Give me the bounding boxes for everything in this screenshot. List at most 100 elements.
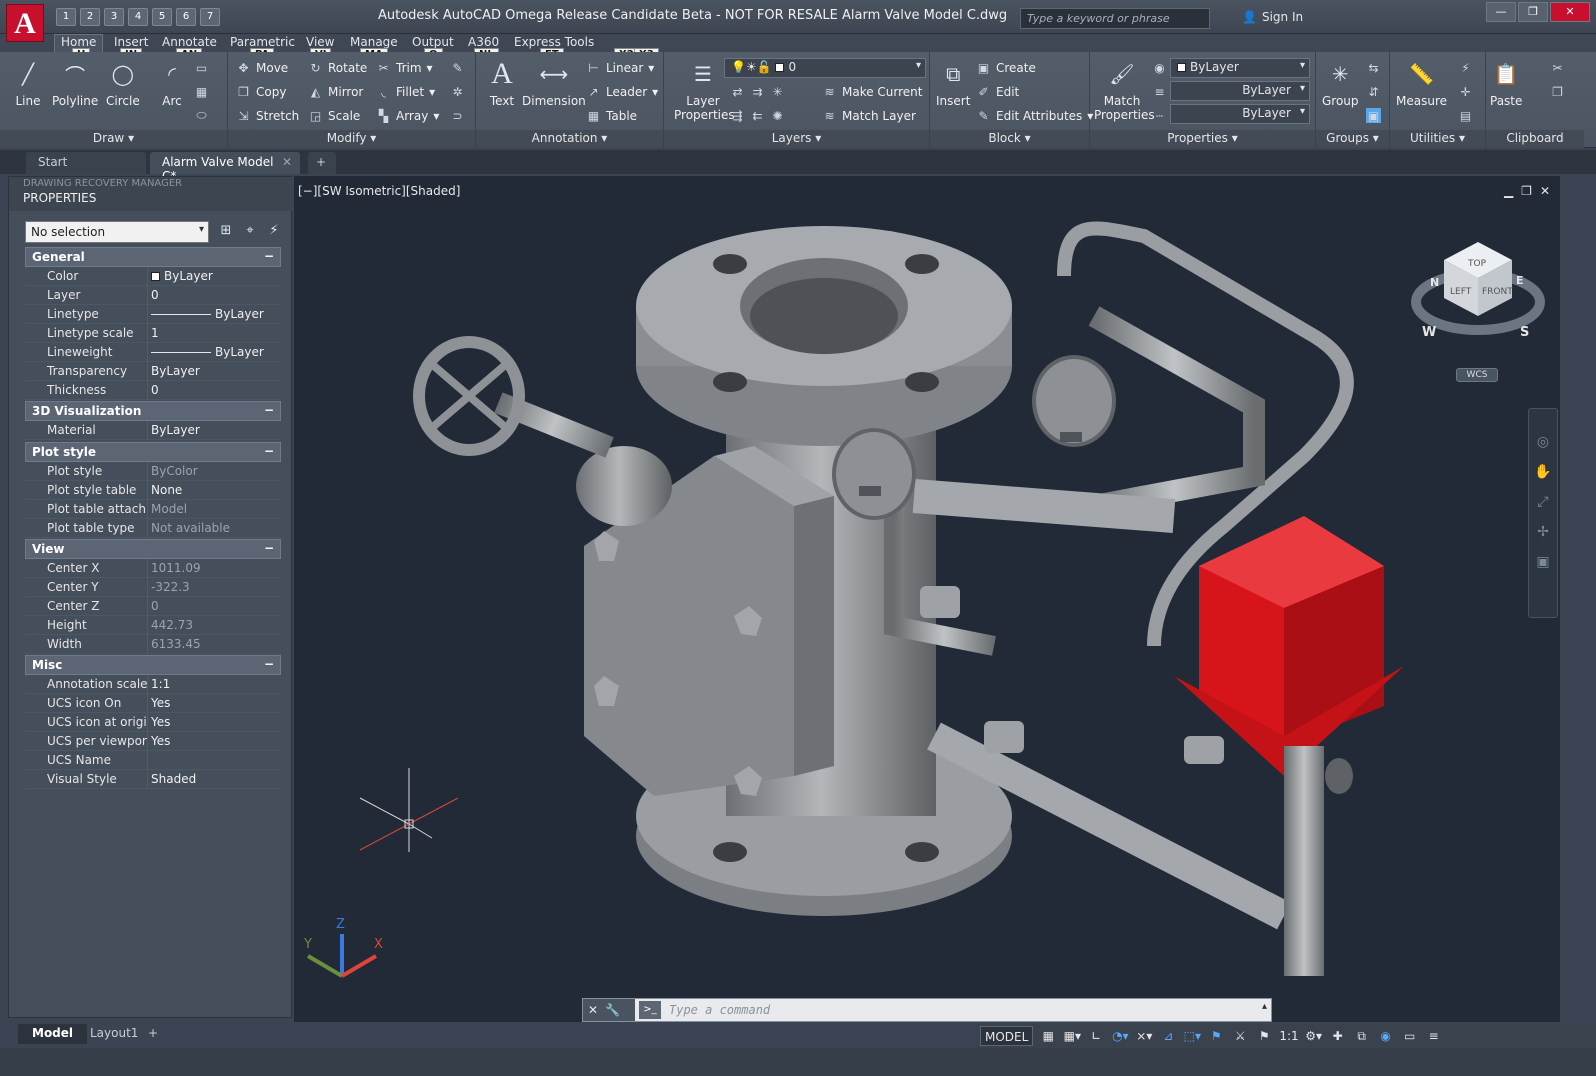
close-icon[interactable]: ✕: [1550, 2, 1590, 22]
measure-button[interactable]: 📏 Measure: [1396, 58, 1447, 108]
select-objects-icon[interactable]: ⌖: [241, 223, 259, 241]
prop-row-ucs-name[interactable]: UCS Name: [25, 751, 281, 770]
ellipse-button[interactable]: ⬭: [194, 108, 209, 123]
command-input[interactable]: Type a command: [669, 1003, 770, 1017]
orbit-icon[interactable]: ✢: [1534, 517, 1552, 547]
section-misc[interactable]: Misc −: [25, 655, 281, 675]
snap-icon[interactable]: ▦▾: [1063, 1026, 1081, 1046]
panel-title-properties[interactable]: Properties ▾: [1090, 130, 1315, 148]
customize-icon[interactable]: 🔧: [605, 1003, 620, 1017]
prop-row-transparency[interactable]: Transparency ByLayer: [25, 362, 281, 381]
tab-a360[interactable]: A360: [462, 35, 505, 49]
table-button[interactable]: ▦ Table: [586, 108, 637, 123]
sign-in-button[interactable]: 👤 Sign In: [1242, 10, 1303, 24]
annotation-scale-icon[interactable]: ⚑: [1255, 1026, 1273, 1046]
pan-icon[interactable]: ✋: [1534, 457, 1552, 487]
new-tab-button[interactable]: +: [308, 152, 336, 174]
panel-title-block[interactable]: Block ▾: [930, 130, 1089, 148]
prop-row-layer[interactable]: Layer 0: [25, 286, 281, 305]
stretch-button[interactable]: ⇲ Stretch: [236, 108, 299, 123]
section-view[interactable]: View −: [25, 539, 281, 559]
prop-row-center-x[interactable]: Center X 1011.09: [25, 559, 281, 578]
polar-icon[interactable]: ◔▾: [1111, 1026, 1129, 1046]
prop-row-plot-table-attach[interactable]: Plot table attach... Model: [25, 500, 281, 519]
prop-row-center-y[interactable]: Center Y -322.3: [25, 578, 281, 597]
save-as-icon[interactable]: 4: [128, 8, 148, 26]
mirror-button[interactable]: ◭ Mirror: [308, 84, 363, 99]
layer-dropdown[interactable]: 💡☀🔓 0: [724, 58, 926, 78]
prop-row-linetype[interactable]: Linetype ByLayer: [25, 305, 281, 324]
panel-title-layers[interactable]: Layers ▾: [664, 130, 929, 148]
fillet-button[interactable]: ◟ Fillet ▾: [376, 84, 435, 99]
quick-select-icon[interactable]: ⚡: [265, 223, 283, 241]
recent-commands-icon[interactable]: >_: [639, 1001, 661, 1019]
customization-icon[interactable]: ≡: [1425, 1026, 1443, 1046]
panel-title-annotation[interactable]: Annotation ▾: [476, 130, 663, 148]
search-input[interactable]: Type a keyword or phrase: [1020, 8, 1210, 29]
command-history-icon[interactable]: ▴: [1262, 1001, 1267, 1012]
tab-annotate[interactable]: Annotate: [156, 35, 223, 49]
steering-wheel-icon[interactable]: ◎: [1534, 427, 1552, 457]
prop-row-visual-style[interactable]: Visual Style Shaded: [25, 770, 281, 789]
group-edit-icon[interactable]: ⇵: [1366, 84, 1381, 99]
toggle-pickadd-icon[interactable]: ⊞: [217, 223, 235, 241]
plot-icon[interactable]: 5: [152, 8, 172, 26]
color-dropdown[interactable]: ByLayer: [1170, 58, 1310, 78]
panel-title-groups[interactable]: Groups ▾: [1316, 130, 1389, 148]
edit-block-button[interactable]: ✐ Edit: [976, 84, 1019, 99]
section-plot-style[interactable]: Plot style −: [25, 442, 281, 462]
annotation-scale-value[interactable]: 1:1: [1279, 1026, 1298, 1046]
layer-tools-row-1[interactable]: ⇄ ⇉ ✳: [730, 84, 785, 99]
application-menu-button[interactable]: A: [6, 4, 44, 42]
open-icon[interactable]: 2: [80, 8, 100, 26]
prop-row-lineweight[interactable]: Lineweight ByLayer: [25, 343, 281, 362]
explode-button[interactable]: ✲: [450, 84, 465, 99]
layer-tools-row-2[interactable]: ⇶ ⇇ ✺: [730, 108, 785, 123]
prop-row-color[interactable]: Color ByLayer: [25, 267, 281, 286]
linear-button[interactable]: ⊢ Linear ▾: [586, 60, 654, 75]
save-icon[interactable]: 3: [104, 8, 124, 26]
rotate-button[interactable]: ↻ Rotate: [308, 60, 367, 75]
isolate-objects-icon[interactable]: ⧉: [1353, 1026, 1371, 1046]
grid-icon[interactable]: ▦: [1039, 1026, 1057, 1046]
section-general[interactable]: General −: [25, 247, 281, 267]
leader-button[interactable]: ↗ Leader ▾: [586, 84, 658, 99]
tab-start[interactable]: Start: [26, 152, 146, 174]
add-layout-button[interactable]: +: [140, 1024, 166, 1044]
scale-button[interactable]: ◲ Scale: [308, 108, 360, 123]
selection-dropdown[interactable]: No selection: [25, 221, 209, 243]
hardware-acceleration-icon[interactable]: ◉: [1377, 1026, 1395, 1046]
copy-button[interactable]: ❐ Copy: [236, 84, 286, 99]
prop-row-width[interactable]: Width 6133.45: [25, 635, 281, 654]
copy-clip-icon[interactable]: ❐: [1550, 84, 1565, 99]
osnap-icon[interactable]: ⊿: [1159, 1026, 1177, 1046]
workspace-gear-icon[interactable]: ⚙▾: [1305, 1026, 1323, 1046]
undo-icon[interactable]: 6: [176, 8, 196, 26]
prop-row-thickness[interactable]: Thickness 0: [25, 381, 281, 400]
circle-button[interactable]: ◯ Circle: [106, 58, 140, 108]
edit-attributes-button[interactable]: ✎ Edit Attributes ▾: [976, 108, 1093, 123]
linetype-dropdown[interactable]: ByLayer: [1170, 81, 1310, 101]
calculator-icon[interactable]: ▤: [1458, 108, 1473, 123]
tab-express-tools[interactable]: Express Tools: [508, 35, 600, 49]
prop-row-plot-table-type[interactable]: Plot table type Not available: [25, 519, 281, 538]
tab-alarm-valve-model[interactable]: Alarm Valve Model C* ✕: [150, 152, 300, 183]
wcs-menu[interactable]: WCS: [1456, 368, 1498, 382]
quick-select-icon[interactable]: ⚡: [1458, 60, 1473, 75]
id-point-icon[interactable]: ✛: [1458, 84, 1473, 99]
ungroup-icon[interactable]: ⇆: [1366, 60, 1381, 75]
auto-scale-icon[interactable]: ⚔: [1231, 1026, 1249, 1046]
redo-icon[interactable]: 7: [200, 8, 220, 26]
maximize-icon[interactable]: ❐: [1518, 2, 1548, 22]
polyline-button[interactable]: ⌒ Polyline: [52, 58, 98, 109]
group-button[interactable]: ✳ Group: [1322, 58, 1359, 108]
plus-icon[interactable]: ✚: [1329, 1026, 1347, 1046]
paste-button[interactable]: 📋 Paste: [1490, 58, 1522, 108]
match-properties-button[interactable]: 🖌 Match Properties: [1094, 58, 1155, 122]
isodraft-icon[interactable]: ⨯▾: [1135, 1026, 1153, 1046]
prop-row-material[interactable]: Material ByLayer: [25, 421, 281, 440]
erase-button[interactable]: ✎: [450, 60, 465, 75]
array-button[interactable]: ▚ Array ▾: [376, 108, 439, 123]
prop-row-ucs-per-viewport[interactable]: UCS per viewport Yes: [25, 732, 281, 751]
annotation-visibility-icon[interactable]: ⚑: [1207, 1026, 1225, 1046]
